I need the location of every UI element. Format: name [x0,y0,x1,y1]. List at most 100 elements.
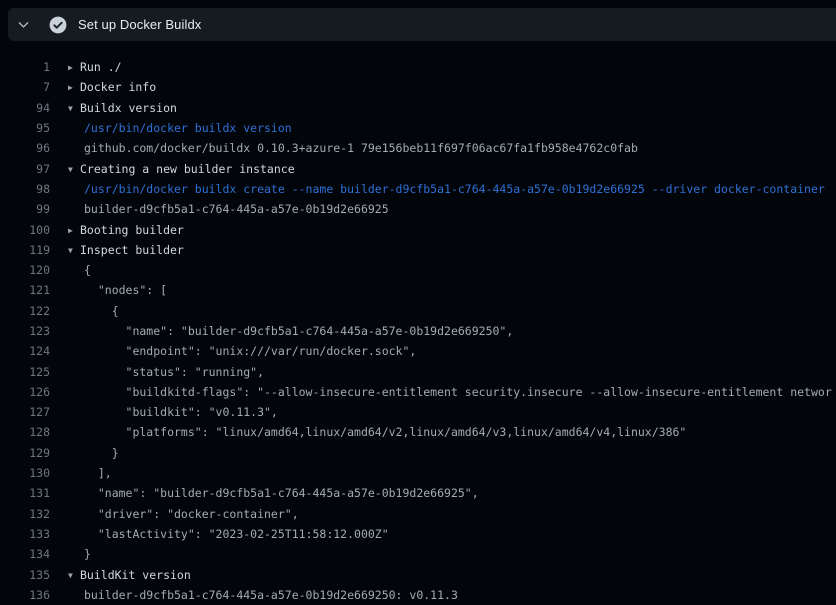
line-number[interactable]: 126 [0,385,50,399]
line-number[interactable]: 122 [0,304,50,318]
log-output-text: "platforms": "linux/amd64,linux/amd64/v2… [68,425,686,439]
line-number[interactable]: 121 [0,283,50,297]
chevron-down-icon[interactable] [8,18,38,31]
line-number[interactable]: 131 [0,486,50,500]
log-line: 128 "platforms": "linux/amd64,linux/amd6… [0,422,836,442]
line-number[interactable]: 127 [0,405,50,419]
log-line: 129 } [0,443,836,463]
line-number[interactable]: 124 [0,344,50,358]
line-number[interactable]: 119 [0,243,50,257]
line-number[interactable]: 133 [0,527,50,541]
log-line: 100 ▶Booting builder [0,219,836,239]
log-group-header[interactable]: ▼Inspect builder [68,243,184,257]
line-number[interactable]: 135 [0,568,50,582]
log-line: 122 { [0,301,836,321]
log-line: 132 "driver": "docker-container", [0,504,836,524]
line-number[interactable]: 95 [0,121,50,135]
line-number[interactable]: 7 [0,80,50,94]
log-line: 1 ▶Run ./ [0,57,836,77]
log-group-header[interactable]: ▼Buildx version [68,101,177,115]
log-group-title[interactable]: BuildKit version [80,568,191,582]
line-number[interactable]: 123 [0,324,50,338]
line-number[interactable]: 97 [0,162,50,176]
log-line: 97 ▼Creating a new builder instance [0,158,836,178]
log-output-text: github.com/docker/buildx 0.10.3+azure-1 … [68,141,638,155]
log-line: 95/usr/bin/docker buildx version [0,118,836,138]
log-line: 126 "buildkitd-flags": "--allow-insecure… [0,382,836,402]
log-line: 119 ▼Inspect builder [0,240,836,260]
log-output-text: { [68,304,119,318]
log-output-text: } [68,446,119,460]
line-number[interactable]: 94 [0,101,50,115]
success-check-icon [49,16,67,34]
log-output-text: builder-d9cfb5a1-c764-445a-a57e-0b19d2e6… [68,202,389,216]
log-group-title[interactable]: Creating a new builder instance [80,162,295,176]
log-group-header[interactable]: ▼BuildKit version [68,568,191,582]
line-number[interactable]: 96 [0,141,50,155]
log-line: 131 "name": "builder-d9cfb5a1-c764-445a-… [0,483,836,503]
log-group-header[interactable]: ▶Run ./ [68,60,122,74]
log-line: 133 "lastActivity": "2023-02-25T11:58:12… [0,524,836,544]
log-line: 7 ▶Docker info [0,77,836,97]
log-output-text: ], [68,466,112,480]
log-viewer: 1▶Run ./7▶Docker info94▼Buildx version95… [0,41,836,605]
line-number[interactable]: 129 [0,446,50,460]
log-output-text: "endpoint": "unix:///var/run/docker.sock… [68,344,416,358]
line-number[interactable]: 98 [0,182,50,196]
log-output-text: "buildkitd-flags": "--allow-insecure-ent… [68,385,832,399]
log-line: 125 "status": "running", [0,361,836,381]
log-line: 123 "name": "builder-d9cfb5a1-c764-445a-… [0,321,836,341]
line-number[interactable]: 128 [0,425,50,439]
log-command-text: /usr/bin/docker buildx create --name bui… [68,182,825,196]
log-line: 94 ▼Buildx version [0,98,836,118]
log-output-text: "driver": "docker-container", [68,507,299,521]
caret-expanded-icon[interactable]: ▼ [68,165,80,174]
log-line: 130 ], [0,463,836,483]
log-group-title[interactable]: Booting builder [80,223,184,237]
line-number[interactable]: 120 [0,263,50,277]
log-line: 96 github.com/docker/buildx 0.10.3+azure-… [0,138,836,158]
line-number[interactable]: 130 [0,466,50,480]
log-output-text: } [68,547,91,561]
caret-collapsed-icon[interactable]: ▶ [68,63,80,72]
log-group-title[interactable]: Docker info [80,80,156,94]
step-header[interactable]: Set up Docker Buildx [8,8,836,41]
line-number[interactable]: 1 [0,60,50,74]
log-output-text: "status": "running", [68,365,264,379]
log-group-title[interactable]: Inspect builder [80,243,184,257]
log-command-text: /usr/bin/docker buildx version [68,121,292,135]
step-title: Set up Docker Buildx [78,17,201,32]
line-number[interactable]: 100 [0,223,50,237]
log-group-title[interactable]: Buildx version [80,101,177,115]
log-output-text: "name": "builder-d9cfb5a1-c764-445a-a57e… [68,486,479,500]
line-number[interactable]: 99 [0,202,50,216]
log-line: 127 "buildkit": "v0.11.3", [0,402,836,422]
caret-expanded-icon[interactable]: ▼ [68,246,80,255]
log-output-text: "name": "builder-d9cfb5a1-c764-445a-a57e… [68,324,513,338]
log-group-title[interactable]: Run ./ [80,60,122,74]
log-line: 120 { [0,260,836,280]
log-output-text: "buildkit": "v0.11.3", [68,405,278,419]
log-line: 135 ▼BuildKit version [0,564,836,584]
caret-collapsed-icon[interactable]: ▶ [68,226,80,235]
log-output-text: { [68,263,91,277]
log-output-text: "nodes": [ [68,283,167,297]
line-number[interactable]: 125 [0,365,50,379]
caret-expanded-icon[interactable]: ▼ [68,104,80,113]
log-line: 99 builder-d9cfb5a1-c764-445a-a57e-0b19d2… [0,199,836,219]
log-line: 134} [0,544,836,564]
log-line: 124 "endpoint": "unix:///var/run/docker.… [0,341,836,361]
log-line: 121 "nodes": [ [0,280,836,300]
line-number[interactable]: 132 [0,507,50,521]
log-line: 136 builder-d9cfb5a1-c764-445a-a57e-0b19d… [0,585,836,605]
log-group-header[interactable]: ▶Docker info [68,80,156,94]
line-number[interactable]: 134 [0,547,50,561]
caret-expanded-icon[interactable]: ▼ [68,571,80,580]
line-number[interactable]: 136 [0,588,50,602]
log-output-text: builder-d9cfb5a1-c764-445a-a57e-0b19d2e6… [68,588,458,602]
log-line: 98/usr/bin/docker buildx create --name b… [0,179,836,199]
log-group-header[interactable]: ▼Creating a new builder instance [68,162,295,176]
log-group-header[interactable]: ▶Booting builder [68,223,184,237]
caret-collapsed-icon[interactable]: ▶ [68,83,80,92]
log-output-text: "lastActivity": "2023-02-25T11:58:12.000… [68,527,389,541]
